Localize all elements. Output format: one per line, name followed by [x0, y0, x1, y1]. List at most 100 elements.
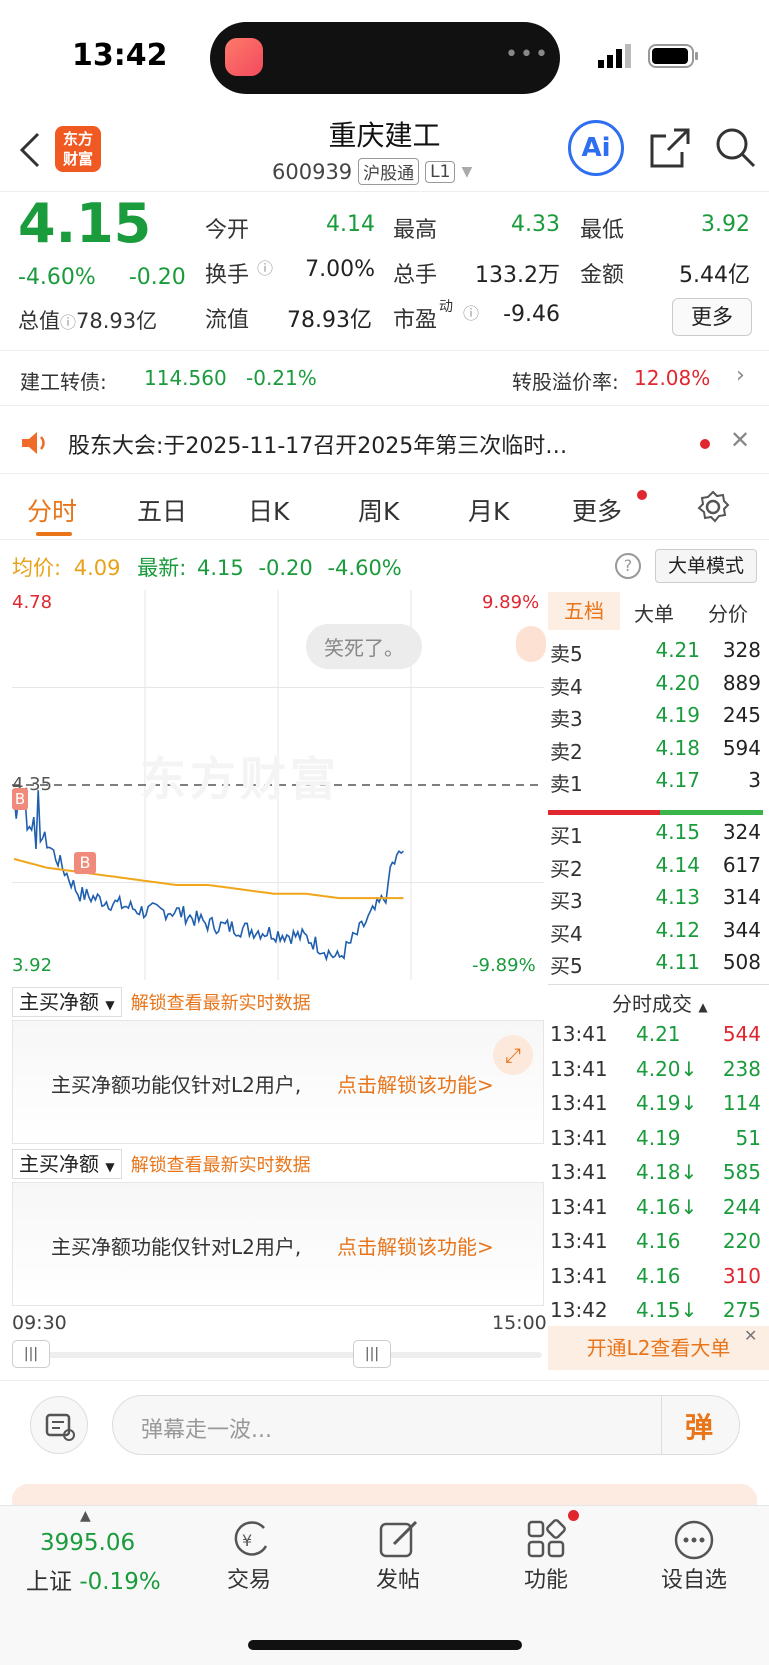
range-handle-right[interactable]: |||: [353, 1340, 391, 1368]
tab-price-dist[interactable]: 分价: [708, 598, 748, 627]
ask-row[interactable]: 卖1 4.17 3: [548, 768, 761, 800]
bid-row[interactable]: 买4 4.12 344: [548, 918, 761, 950]
total-value-row: 总值ⓘ78.93亿: [18, 305, 157, 335]
chart-y-bottom: 3.92: [12, 955, 53, 976]
promo-banner[interactable]: [12, 1484, 757, 1505]
trade-row: 13:41 4.21 544: [548, 1022, 761, 1054]
level-price: 4.19: [655, 703, 700, 727]
nav-trade[interactable]: 交易: [189, 1562, 309, 1594]
level-label: 卖4: [550, 674, 583, 699]
expand-icon[interactable]: ⤢: [493, 1035, 533, 1075]
trade-price: 4.16: [636, 1229, 681, 1253]
close-icon[interactable]: ✕: [744, 1326, 757, 1345]
index-value[interactable]: 3995.06: [40, 1530, 135, 1556]
trade-volume: 220: [722, 1229, 761, 1253]
net-buy-dropdown-2[interactable]: 主买净额 ▼: [12, 1149, 122, 1179]
trade-price: 4.18↓: [636, 1160, 698, 1184]
search-icon[interactable]: [714, 126, 758, 170]
post-icon[interactable]: [376, 1518, 420, 1562]
tab-daily-k[interactable]: 日K: [248, 492, 289, 528]
nav-watchlist[interactable]: 设自选: [634, 1562, 754, 1594]
trade-time: 13:41: [550, 1125, 608, 1150]
caret-up-icon: ▲: [80, 1508, 91, 1524]
index-row[interactable]: 上证 -0.19%: [26, 1562, 161, 1596]
l2-big-order-banner[interactable]: 开通L2查看大单: [548, 1326, 769, 1370]
tab-weekly-k[interactable]: 周K: [358, 492, 399, 528]
tab-monthly-k[interactable]: 月K: [468, 492, 509, 528]
mail-app-icon[interactable]: [225, 38, 263, 76]
unlock-link[interactable]: 解锁查看最新实时数据: [131, 993, 311, 1014]
mascot-icon[interactable]: [516, 626, 546, 662]
signal-icon: [598, 44, 631, 68]
ask-row[interactable]: 卖4 4.20 889: [548, 671, 761, 703]
trade-row: 13:41 4.18↓ 585: [548, 1160, 761, 1192]
tab-more[interactable]: 更多: [572, 492, 622, 528]
nav-post[interactable]: 发帖: [338, 1562, 458, 1594]
tab-big-order[interactable]: 大单: [634, 598, 674, 627]
net-buy-dropdown[interactable]: 主买净额 ▼: [12, 987, 122, 1017]
watchlist-icon[interactable]: [672, 1518, 716, 1562]
ask-row[interactable]: 卖5 4.21 328: [548, 638, 761, 670]
nav-functions[interactable]: 功能: [486, 1562, 606, 1594]
trade-price: 4.21: [636, 1022, 681, 1046]
danmu-input[interactable]: 弹幕走一波... 弹: [112, 1395, 740, 1455]
trade-icon[interactable]: ¥: [228, 1518, 272, 1562]
stat-value: 3.92: [701, 212, 750, 237]
trade-row: 13:41 4.16↓ 244: [548, 1195, 761, 1227]
range-handle-left[interactable]: |||: [12, 1340, 50, 1368]
notice-bar[interactable]: 股东大会:于2025-11-17召开2025年第三次临时… ✕: [0, 412, 769, 474]
trade-price: 4.19: [636, 1125, 681, 1150]
close-icon[interactable]: ✕: [730, 426, 750, 454]
l2-message: 主买净额功能仅针对L2用户,: [51, 1235, 302, 1259]
level-volume: 594: [722, 735, 761, 760]
level-volume: 324: [722, 820, 761, 844]
notice-text: 股东大会:于2025-11-17召开2025年第三次临时…: [68, 434, 568, 459]
settings-icon[interactable]: [696, 490, 730, 524]
trade-price: 4.20↓: [636, 1056, 698, 1081]
chart-tabs: 分时 五日 日K 周K 月K 更多: [0, 480, 769, 540]
level-price: 4.20: [655, 670, 700, 695]
bid-row[interactable]: 买3 4.13 314: [548, 885, 761, 917]
tab-five-level[interactable]: 五档: [548, 592, 620, 630]
chevron-right-icon: ›: [736, 363, 745, 388]
danmu-settings-icon[interactable]: [30, 1396, 88, 1454]
big-order-mode-button[interactable]: 大单模式: [655, 549, 757, 583]
level-volume: 508: [722, 950, 761, 974]
info-icon[interactable]: ⓘ: [60, 313, 76, 332]
trades-title[interactable]: 分时成交 ▲: [612, 988, 708, 1017]
level-price: 4.15: [655, 820, 700, 844]
buy-marker[interactable]: B: [12, 788, 28, 810]
buy-marker-2[interactable]: B: [74, 852, 96, 874]
ai-button[interactable]: Ai: [568, 120, 624, 176]
ask-row[interactable]: 卖3 4.19 245: [548, 703, 761, 735]
trade-volume: 310: [722, 1263, 761, 1288]
tab-five-day[interactable]: 五日: [137, 492, 187, 528]
functions-icon[interactable]: [525, 1518, 569, 1562]
index-pct: -0.19%: [79, 1569, 161, 1595]
bond-label: 建工转债:: [20, 370, 107, 394]
ask-row[interactable]: 卖2 4.18 594: [548, 736, 761, 768]
stat-label: 换手: [205, 263, 250, 288]
caret-down-icon: ▼: [105, 998, 115, 1012]
tab-intraday[interactable]: 分时: [27, 492, 77, 528]
battery-icon: [648, 44, 698, 68]
time-scroll-track[interactable]: [12, 1352, 542, 1358]
bid-row[interactable]: 买2 4.14 617: [548, 853, 761, 885]
l2-unlock-link[interactable]: 点击解锁该功能>: [337, 1069, 494, 1098]
l2-unlock-link-2[interactable]: 点击解锁该功能>: [337, 1231, 494, 1260]
help-icon[interactable]: ?: [615, 553, 641, 579]
share-icon[interactable]: [648, 126, 692, 170]
level-label: 买2: [550, 856, 583, 881]
more-button[interactable]: 更多: [672, 298, 752, 336]
bid-row[interactable]: 买1 4.15 324: [548, 820, 761, 852]
trade-volume: 244: [722, 1194, 761, 1219]
avg-label: 均价:: [12, 556, 62, 580]
danmu-send-button[interactable]: 弹: [685, 1406, 713, 1446]
l2-message: 主买净额功能仅针对L2用户,: [51, 1073, 302, 1097]
unlock-link-2[interactable]: 解锁查看最新实时数据: [131, 1155, 311, 1176]
dropdown-icon[interactable]: ▼: [461, 164, 472, 180]
convertible-bond-row[interactable]: 建工转债: 114.560 -0.21% 转股溢价率: 12.08% ›: [0, 350, 769, 406]
trade-row: 13:41 4.19 51: [548, 1126, 761, 1158]
stat-label: 今开: [205, 218, 250, 243]
bid-row[interactable]: 买5 4.11 508: [548, 950, 761, 982]
